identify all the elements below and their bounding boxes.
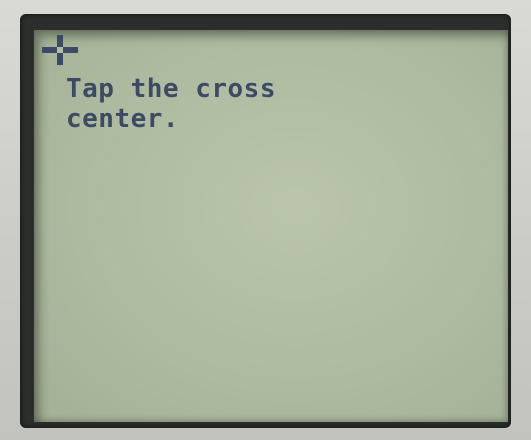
device-housing: Tap the cross center.	[0, 0, 531, 440]
lcd-screen: Tap the cross center.	[34, 30, 508, 422]
crosshair-icon[interactable]	[42, 35, 78, 65]
calibration-instruction: Tap the cross center.	[66, 74, 276, 134]
